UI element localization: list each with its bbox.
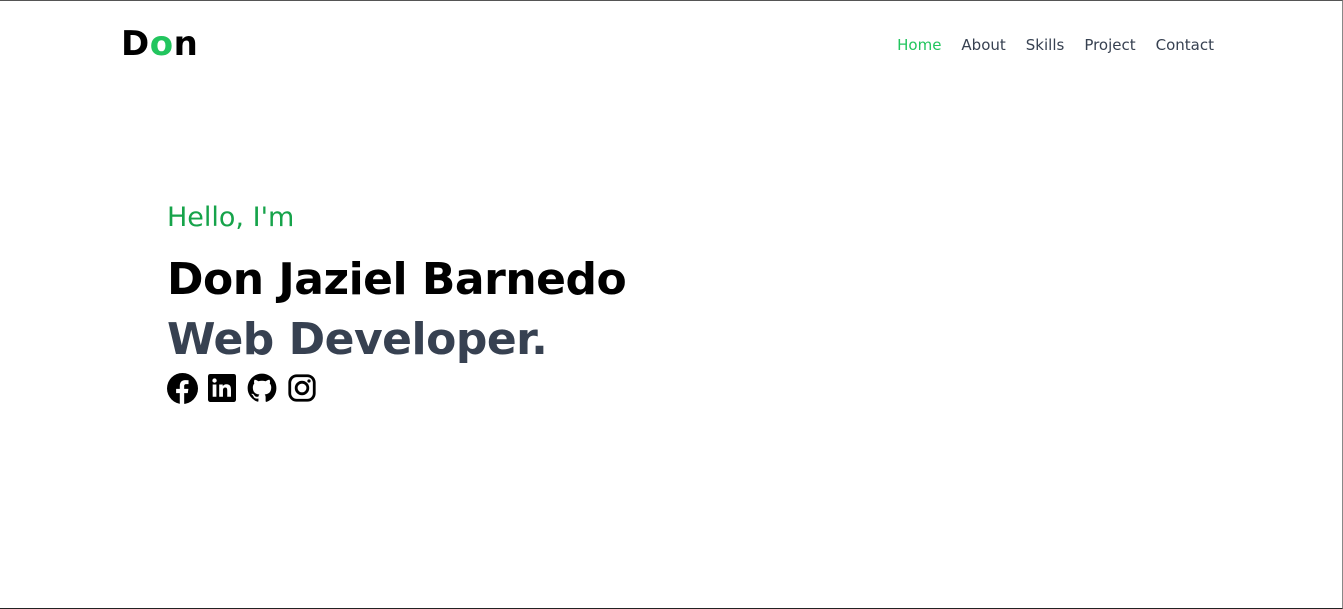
instagram-icon xyxy=(288,374,316,402)
logo-letter-n: n xyxy=(173,24,199,64)
hero-name: Don Jaziel Barnedo xyxy=(167,254,627,305)
nav-links: Home About Skills Project Contact xyxy=(897,35,1214,55)
github-icon xyxy=(247,373,277,403)
linkedin-link[interactable] xyxy=(207,373,237,403)
page: Don Home About Skills Project Contact He… xyxy=(0,0,1343,609)
facebook-link[interactable] xyxy=(166,372,198,404)
hero-section: Hello, I'm Don Jaziel Barnedo Web Develo… xyxy=(166,199,627,404)
nav-link-about[interactable]: About xyxy=(961,35,1005,55)
logo-letter-o: o xyxy=(149,24,174,64)
github-link[interactable] xyxy=(247,373,277,403)
nav-link-contact[interactable]: Contact xyxy=(1156,35,1214,55)
facebook-icon xyxy=(166,372,198,404)
logo[interactable]: Don xyxy=(121,24,198,64)
nav-link-home[interactable]: Home xyxy=(897,35,941,55)
hero-greeting: Hello, I'm xyxy=(167,202,295,233)
nav-link-project[interactable]: Project xyxy=(1084,35,1135,55)
nav-link-skills[interactable]: Skills xyxy=(1026,35,1065,55)
logo-letter-d: D xyxy=(121,24,150,64)
navbar: Don Home About Skills Project Contact xyxy=(0,1,1342,89)
linkedin-icon xyxy=(208,374,236,402)
hero-role: Web Developer. xyxy=(167,314,548,365)
instagram-link[interactable] xyxy=(287,373,317,403)
social-links xyxy=(166,372,626,404)
